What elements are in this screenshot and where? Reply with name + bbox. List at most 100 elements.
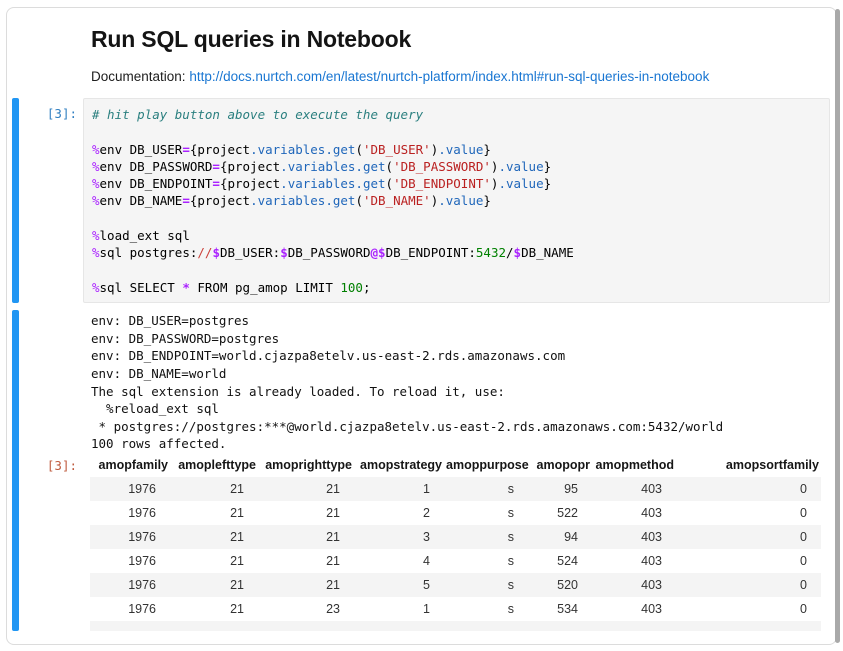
code-token-plain: env DB_ENDPOINT: [100, 176, 213, 191]
documentation-link[interactable]: http://docs.nurtch.com/en/latest/nurtch-…: [189, 69, 709, 84]
code-token-plain: /: [506, 245, 514, 260]
vertical-scrollbar[interactable]: [835, 9, 840, 643]
table-cell: 21: [258, 573, 354, 597]
input-prompt: [3]:: [19, 98, 83, 303]
table-cell: 1976: [90, 549, 170, 573]
table-header-row: amopfamilyamoplefttypeamoprighttypeamops…: [90, 455, 821, 477]
table-cell: 0: [676, 573, 821, 597]
table-cell: 21: [258, 549, 354, 573]
stream-output: env: DB_USER=postgres env: DB_PASSWORD=p…: [19, 310, 836, 453]
notebook-page: Run SQL queries in Notebook Documentatio…: [6, 7, 837, 645]
code-token-prop: .variables.get: [280, 159, 385, 174]
code-token-prop: .value: [438, 142, 483, 157]
table-cell: 524: [528, 549, 592, 573]
table-row: 197621214s5244030: [90, 549, 821, 573]
code-token-plain: {project: [190, 193, 250, 208]
table-row-partial: [90, 621, 821, 631]
table-cell: 403: [592, 597, 676, 621]
code-token-plain: DB_PASSWORD: [288, 245, 371, 260]
table-cell: 0: [676, 597, 821, 621]
table-row: 197621213s944030: [90, 525, 821, 549]
table-cell: 403: [592, 525, 676, 549]
table-cell: 1976: [90, 525, 170, 549]
code-token-plain: FROM pg_amop LIMIT: [190, 280, 341, 295]
code-token-plain: {project: [220, 159, 280, 174]
output-prompt: [3]:: [19, 453, 83, 631]
table-cell: 2: [354, 501, 444, 525]
code-cell: [3]: # hit play button above to execute …: [7, 98, 836, 303]
code-token-slash: //: [197, 245, 212, 260]
code-token-magic: %: [92, 245, 100, 260]
code-token-op: *: [182, 280, 190, 295]
code-token-op: =: [182, 193, 190, 208]
table-row: 197621215s5204030: [90, 573, 821, 597]
code-token-magic: %: [92, 193, 100, 208]
table-cell: [90, 621, 821, 631]
table-cell: 3: [354, 525, 444, 549]
code-token-num: 5432: [476, 245, 506, 260]
code-token-op: $: [378, 245, 386, 260]
table-cell: s: [444, 525, 528, 549]
cell-collapser[interactable]: [12, 98, 19, 303]
stream-gutter: [19, 310, 83, 453]
code-token-magic: %: [92, 176, 100, 191]
code-token-plain: }: [483, 193, 491, 208]
code-token-op: =: [182, 142, 190, 157]
code-token-string: 'DB_ENDPOINT': [393, 176, 491, 191]
code-token-plain: ;: [363, 280, 371, 295]
output-cell: env: DB_USER=postgres env: DB_PASSWORD=p…: [7, 310, 836, 631]
code-token-plain: env DB_USER: [100, 142, 183, 157]
table-cell: s: [444, 597, 528, 621]
code-line: %env DB_ENDPOINT={project.variables.get(…: [92, 175, 821, 192]
code-token-string: 'DB_PASSWORD': [393, 159, 491, 174]
code-token-plain: env DB_PASSWORD: [100, 159, 213, 174]
code-line: [92, 262, 821, 279]
output-collapser[interactable]: [12, 310, 19, 631]
code-token-op: =: [212, 176, 220, 191]
code-line: [92, 210, 821, 227]
table-cell: 21: [170, 549, 258, 573]
code-token-op: $: [280, 245, 288, 260]
column-header: amoppurpose: [444, 455, 528, 477]
table-cell: 21: [258, 525, 354, 549]
documentation-label: Documentation:: [91, 69, 189, 84]
table-cell: 1976: [90, 597, 170, 621]
code-token-string: 'DB_USER': [363, 142, 431, 157]
table-cell: 520: [528, 573, 592, 597]
code-token-plain: (: [386, 176, 394, 191]
code-token-prop: .variables.get: [250, 142, 355, 157]
code-token-op: =: [212, 159, 220, 174]
code-token-comment: # hit play button above to execute the q…: [92, 107, 423, 122]
table-row: 197621211s954030: [90, 477, 821, 501]
code-line: %env DB_NAME={project.variables.get('DB_…: [92, 192, 821, 209]
code-line: [92, 123, 821, 140]
code-token-plain: sql SELECT: [100, 280, 183, 295]
code-token-prop: .value: [498, 159, 543, 174]
table-cell: 95: [528, 477, 592, 501]
table-cell: 1976: [90, 477, 170, 501]
table-cell: s: [444, 549, 528, 573]
table-cell: 522: [528, 501, 592, 525]
table-cell: 0: [676, 525, 821, 549]
table-cell: 5: [354, 573, 444, 597]
table-cell: 1: [354, 477, 444, 501]
code-token-prop: .variables.get: [280, 176, 385, 191]
code-token-plain: (: [386, 159, 394, 174]
code-token-prop: .value: [438, 193, 483, 208]
code-token-plain: {project: [220, 176, 280, 191]
code-token-prop: .variables.get: [250, 193, 355, 208]
code-token-magic: %: [92, 159, 100, 174]
code-token-magic: %: [92, 228, 100, 243]
code-token-plain: (: [355, 193, 363, 208]
code-line: %sql SELECT * FROM pg_amop LIMIT 100;: [92, 279, 821, 296]
code-token-plain: }: [544, 159, 552, 174]
table-cell: 403: [592, 501, 676, 525]
code-token-string: 'DB_NAME': [363, 193, 431, 208]
code-token-plain: {project: [190, 142, 250, 157]
code-token-plain: }: [544, 176, 552, 191]
code-editor[interactable]: # hit play button above to execute the q…: [83, 98, 830, 303]
table-cell: 0: [676, 549, 821, 573]
table-row: 197621212s5224030: [90, 501, 821, 525]
code-token-plain: DB_USER:: [220, 245, 280, 260]
table-cell: 23: [258, 597, 354, 621]
